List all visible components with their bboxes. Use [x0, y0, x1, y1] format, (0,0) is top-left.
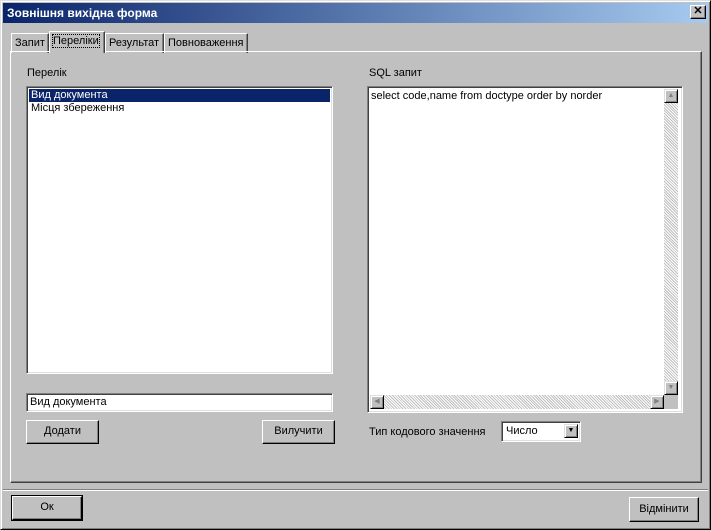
ok-button[interactable]: Ок: [11, 495, 83, 521]
tab-query-label: Запит: [15, 37, 45, 49]
cancel-button-label: Відмінити: [639, 503, 689, 515]
tab-result-label: Результат: [109, 37, 160, 49]
dialog-window: Зовнішня вихідна форма ✕ Запит Переліки …: [0, 0, 711, 530]
cancel-button[interactable]: Відмінити: [629, 497, 699, 522]
footer-separator-highlight: [3, 490, 708, 491]
tab-permissions-label: Повноваження: [168, 37, 244, 49]
tab-lists[interactable]: Переліки: [49, 31, 105, 53]
tab-panel-lists: [10, 51, 702, 483]
tab-query[interactable]: Запит: [11, 33, 49, 53]
title-bar[interactable]: Зовнішня вихідна форма ✕: [3, 3, 708, 23]
close-button[interactable]: ✕: [690, 5, 706, 19]
close-icon: ✕: [693, 5, 703, 17]
tab-lists-label: Переліки: [52, 34, 100, 48]
tab-permissions[interactable]: Повноваження: [164, 33, 248, 53]
ok-button-label: Ок: [40, 501, 54, 513]
window-title: Зовнішня вихідна форма: [7, 6, 158, 20]
tab-result[interactable]: Результат: [105, 33, 164, 53]
